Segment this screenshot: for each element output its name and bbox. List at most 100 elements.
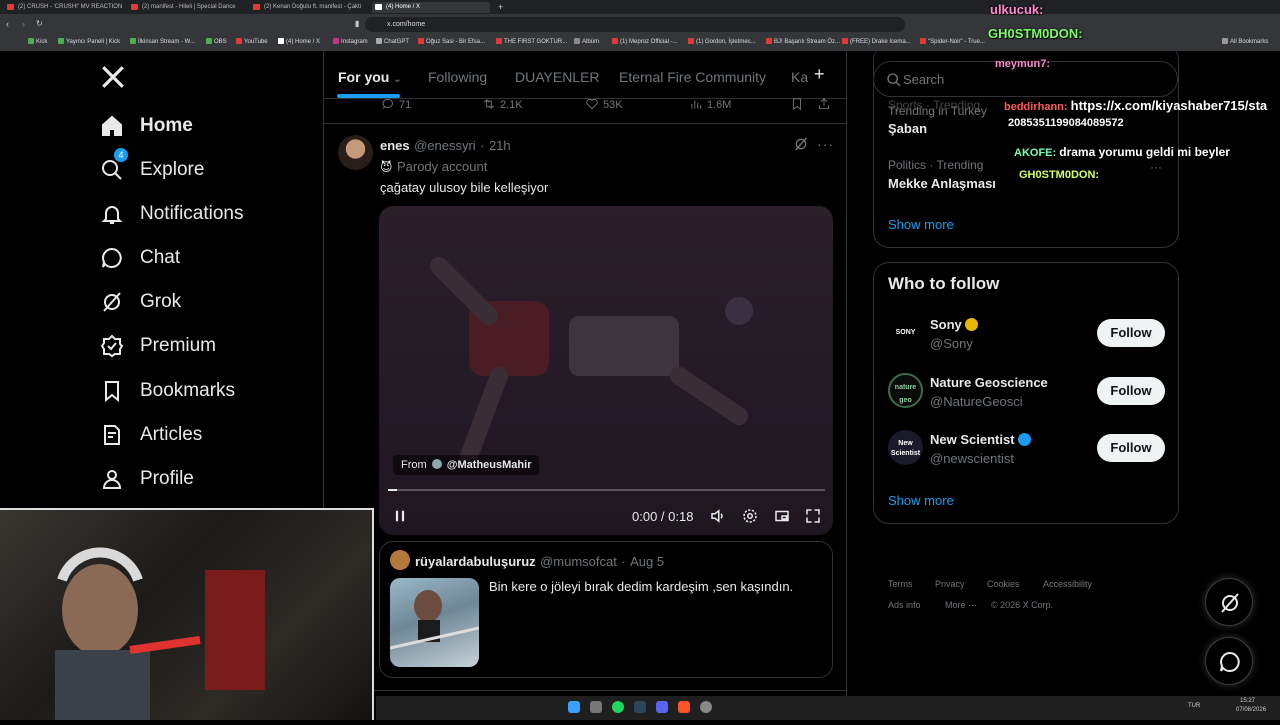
bookmark-item[interactable]: Oğuz Sasi - Bir Efsa... — [418, 38, 485, 47]
tab-ka[interactable]: Ka — [791, 69, 808, 85]
new-tab-icon[interactable]: + — [498, 2, 503, 12]
author-name[interactable]: enes — [380, 138, 410, 153]
video-source-label[interactable]: From @MatheusMahir — [393, 455, 540, 475]
repost-button[interactable]: 2.1K — [482, 97, 523, 111]
suggestion-name[interactable]: Nature Geoscience — [930, 375, 1048, 390]
nav-notifications[interactable]: Notifications — [100, 199, 244, 229]
bookmark-item[interactable]: Instagram — [333, 38, 368, 47]
like-button[interactable]: 53K — [585, 97, 623, 111]
volume-button[interactable] — [709, 507, 727, 525]
chevron-down-icon: ⌄ — [393, 74, 402, 85]
picture-in-picture-button[interactable] — [773, 507, 791, 525]
avatar[interactable]: nature geo — [888, 373, 923, 408]
clock-date[interactable]: 07/08/2026 — [1236, 707, 1266, 713]
add-tab-icon[interactable]: + — [814, 64, 825, 85]
webcam-feed — [55, 547, 265, 720]
clock-time[interactable]: 15:27 — [1240, 698, 1255, 704]
language-indicator[interactable]: TUR — [1188, 703, 1200, 709]
suggestion-handle: @Sony — [930, 336, 973, 351]
bookmark-item[interactable]: THE FIRST GOKTUR... — [496, 38, 567, 47]
grok-fab[interactable] — [1205, 578, 1253, 626]
spotify-icon[interactable] — [612, 701, 624, 713]
nav-bookmarks[interactable]: Bookmarks — [100, 376, 235, 406]
tab-following[interactable]: Following — [428, 69, 487, 85]
nav-articles[interactable]: Articles — [100, 420, 202, 450]
footer-privacy[interactable]: Privacy — [935, 579, 965, 589]
messages-fab[interactable] — [1205, 637, 1253, 685]
start-icon[interactable] — [568, 701, 580, 713]
author-handle[interactable]: @enessyri — [414, 138, 476, 153]
thumbnail-image — [390, 590, 479, 650]
avatar[interactable]: New Scientist — [888, 430, 923, 465]
share-button[interactable] — [817, 97, 835, 111]
tab-eternal-fire-community[interactable]: Eternal Fire Community — [619, 69, 766, 85]
follow-button[interactable]: Follow — [1097, 319, 1165, 347]
nav-grok[interactable]: Grok — [100, 287, 181, 317]
bookmark-item[interactable]: ChatGPT — [376, 38, 409, 47]
bookmark-item[interactable]: (1) Meproz Official -... — [612, 38, 678, 47]
tab-for-you[interactable]: For you ⌄ — [338, 69, 402, 85]
bookmark-page-icon[interactable]: ▮ — [355, 19, 359, 28]
suggestion-name[interactable]: New Scientist — [930, 432, 1031, 447]
show-more-trends[interactable]: Show more — [888, 217, 954, 232]
reply-button[interactable]: 71 — [381, 97, 411, 111]
settings-button[interactable] — [741, 507, 759, 525]
footer-more[interactable]: More ··· — [945, 600, 977, 610]
post-time[interactable]: 21h — [489, 138, 511, 153]
trend-name[interactable]: Şaban — [888, 121, 927, 136]
footer-terms[interactable]: Terms — [888, 579, 913, 589]
bookmark-item[interactable]: İlkinsan Stream - W... — [130, 38, 195, 47]
reload-icon[interactable]: ↻ — [36, 19, 43, 28]
avatar[interactable] — [390, 550, 410, 570]
task-view-icon[interactable] — [590, 701, 602, 713]
fullscreen-button[interactable] — [804, 507, 822, 525]
nav-premium[interactable]: Premium — [100, 331, 216, 361]
bookmark-item[interactable]: Kick — [28, 38, 47, 47]
chat-message: beddirhann: https://x.com/kiyashaber715/… — [1004, 98, 1268, 113]
video-progress-track[interactable] — [388, 489, 825, 491]
suggestion-name[interactable]: Sony — [930, 317, 978, 332]
suggestion-handle: @newscientist — [930, 451, 1015, 466]
grok-icon[interactable] — [793, 136, 809, 152]
suggestion-handle: @NatureGeosci — [930, 394, 1023, 409]
footer-ads-info[interactable]: Ads info — [888, 600, 921, 610]
footer-cookies[interactable]: Cookies — [987, 579, 1020, 589]
nav-home[interactable]: Home — [100, 111, 193, 141]
bookmark-item[interactable]: Yayıncı Paneli | Kick — [58, 38, 120, 47]
browser-tab[interactable]: (2) CRUSH - 'CRUSH!' MV REACTION — [4, 2, 124, 13]
avatar[interactable] — [338, 135, 373, 170]
forward-icon[interactable]: › — [22, 19, 25, 29]
video-player[interactable] — [379, 206, 833, 535]
quote-text: Bin kere o jöleyi bırak dedim kardeşim ,… — [489, 579, 794, 594]
bookmark-item[interactable]: (4) Home / X — [278, 38, 320, 47]
url-input[interactable]: x.com/home — [365, 17, 905, 32]
browser-tab[interactable]: (2) manifest - Hileli | Special Dance — [128, 2, 246, 13]
nav-profile[interactable]: Profile — [100, 464, 194, 494]
quote-media-thumbnail[interactable] — [390, 578, 479, 667]
bookmark-item[interactable]: OBS — [206, 38, 227, 47]
pause-button[interactable] — [391, 507, 409, 525]
bookmark-item[interactable]: Albüm — [574, 38, 599, 47]
nav-chat[interactable]: Chat — [100, 243, 180, 273]
footer-accessibility[interactable]: Accessibility — [1043, 579, 1092, 589]
discord-icon[interactable] — [656, 701, 668, 713]
browser-tab[interactable]: (2) Kenan Doğulu ft. manifest - Çakti — [250, 2, 368, 13]
bookmark-post-button[interactable] — [790, 97, 808, 111]
os-taskbar — [376, 696, 1280, 720]
obs-icon[interactable] — [700, 701, 712, 713]
bookmark-item[interactable]: (1) Gordon, İşletmec... — [688, 38, 756, 47]
bookmark-item[interactable]: YouTube — [236, 38, 268, 47]
tab-duayenler[interactable]: DUAYENLER — [515, 69, 600, 85]
show-more-suggestions[interactable]: Show more — [888, 493, 954, 508]
avatar[interactable]: SONY — [888, 315, 923, 350]
views-button[interactable]: 1.6M — [689, 97, 731, 111]
follow-button[interactable]: Follow — [1097, 434, 1165, 462]
browser-tab-active[interactable]: (4) Home / X — [372, 2, 490, 13]
bookmark-item[interactable]: BJ! Başarılı Stream Öz... — [766, 38, 840, 47]
brave-icon[interactable] — [678, 701, 690, 713]
back-icon[interactable]: ‹ — [6, 19, 9, 29]
more-options-icon[interactable]: ··· — [817, 136, 834, 152]
steam-icon[interactable] — [634, 701, 646, 713]
x-logo-icon[interactable] — [100, 64, 126, 95]
follow-button[interactable]: Follow — [1097, 377, 1165, 405]
